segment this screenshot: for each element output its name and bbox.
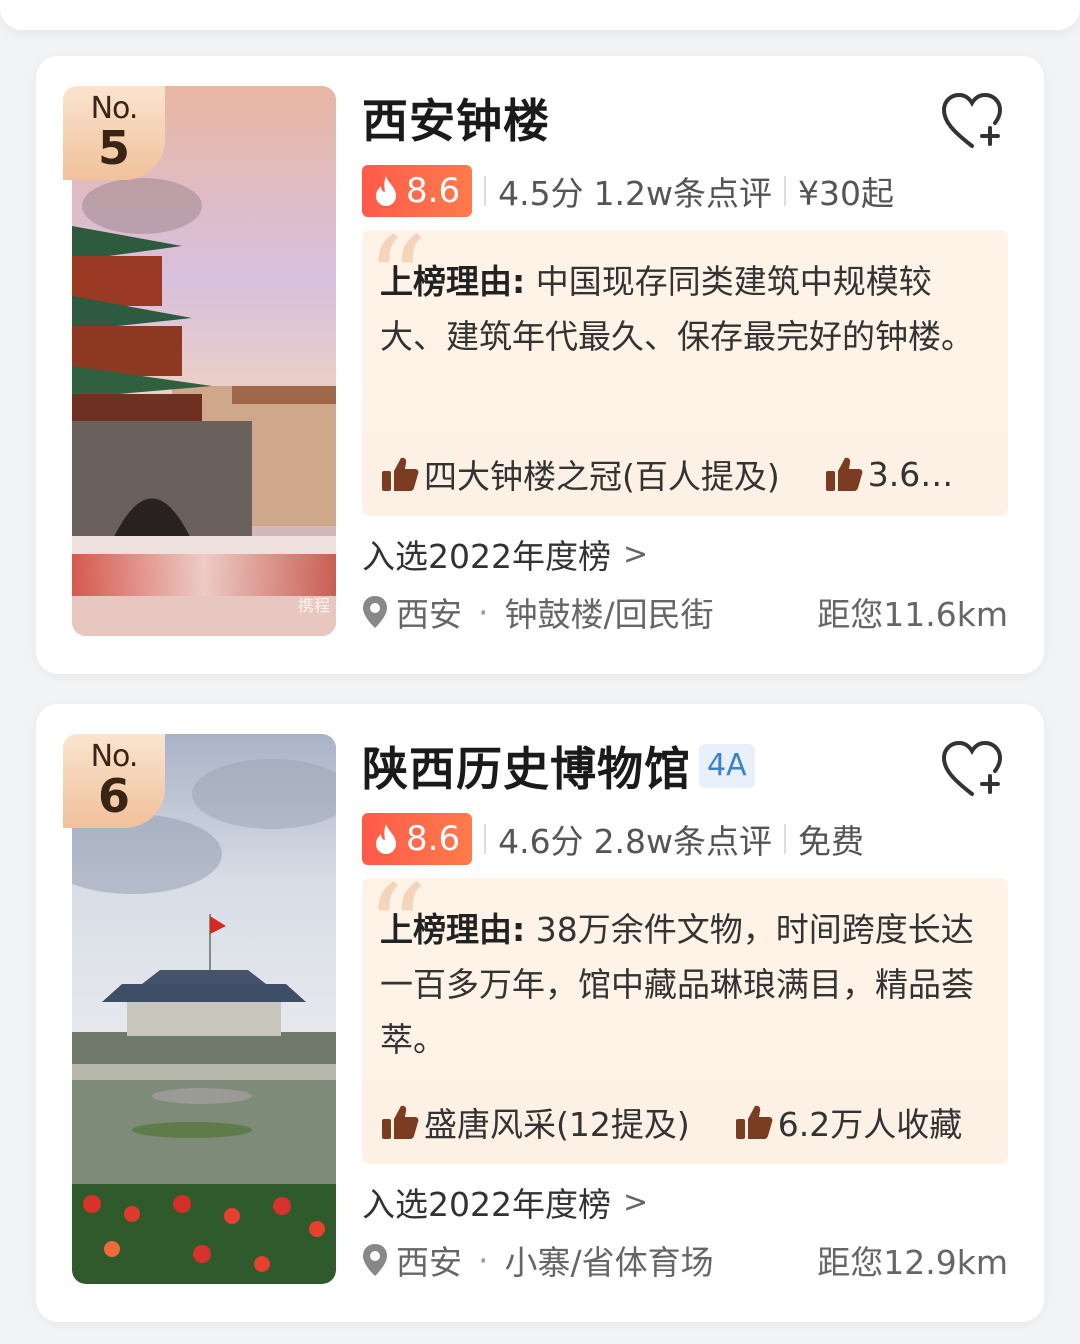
rank-badge: No. 5	[63, 86, 165, 180]
attraction-title[interactable]: 陕西历史博物馆	[362, 733, 691, 799]
heat-score: 8.6	[406, 171, 461, 211]
recommend-reason-box: “ 上榜理由: 38万余件文物，时间跨度长达一百多万年，馆中藏品琳琅满目，精品荟…	[362, 878, 1008, 1164]
location-row: 西安 · 钟鼓楼/回民街 距您11.6km	[362, 588, 1008, 636]
divider	[484, 824, 487, 854]
award-link[interactable]: 入选2022年度榜 >	[362, 530, 648, 578]
heart-plus-icon[interactable]	[940, 92, 1004, 152]
separator-dot: ·	[478, 592, 489, 632]
area: 钟鼓楼/回民街	[504, 595, 714, 634]
award-text: 入选2022年度榜	[362, 537, 611, 576]
separator-dot: ·	[478, 1240, 489, 1280]
divider	[784, 824, 787, 854]
highlight-tag: 6.2万人收藏	[734, 1098, 962, 1146]
heat-score: 8.6	[406, 819, 461, 859]
thumbs-up-icon	[735, 1105, 773, 1139]
location-row: 西安 · 小寨/省体育场 距您12.9km	[362, 1236, 1008, 1284]
chevron-right-icon: >	[622, 536, 649, 572]
rank-prefix: No.	[90, 739, 139, 774]
tag-text: 3.6…	[867, 454, 954, 494]
rank-number: 6	[97, 769, 130, 823]
tag-text: 6.2万人收藏	[777, 1105, 963, 1144]
area: 小寨/省体育场	[504, 1243, 714, 1282]
rank-number: 5	[97, 121, 130, 175]
highlight-tag: 四大钟楼之冠(百人提及)	[380, 450, 780, 498]
city: 西安	[396, 595, 462, 634]
tag-text: 盛唐风采(12提及)	[424, 1105, 690, 1144]
reason-label: 上榜理由:	[380, 262, 526, 301]
photo-watermark: 携程	[297, 596, 330, 615]
review-count[interactable]: 2.8w条点评	[594, 815, 772, 863]
award-link[interactable]: 入选2022年度榜 >	[362, 1178, 648, 1226]
recommend-reason-box: “ 上榜理由: 中国现存同类建筑中规模较大、建筑年代最久、保存最完好的钟楼。 四…	[362, 230, 1008, 516]
rank-badge: No. 6	[63, 734, 165, 828]
highlight-tag: 3.6…	[824, 454, 953, 494]
thumbs-up-icon	[825, 457, 863, 491]
distance: 距您11.6km	[817, 595, 1008, 634]
review-count[interactable]: 1.2w条点评	[594, 167, 772, 215]
attraction-title[interactable]: 西安钟楼	[362, 85, 550, 151]
distance: 距您12.9km	[817, 1243, 1008, 1282]
grade-badge: 4A	[699, 744, 755, 788]
location-pin-icon	[363, 596, 387, 628]
attraction-card[interactable]: 携程 No. 5 西安钟楼 8.6 4.5分 1.2w条点评 ¥30起 “ 上榜…	[36, 56, 1044, 674]
price: ¥30起	[798, 174, 895, 213]
rank-prefix: No.	[90, 91, 139, 126]
reason-label: 上榜理由:	[380, 910, 526, 949]
heat-badge: 8.6	[362, 165, 473, 217]
rating-score: 4.5分	[498, 174, 584, 213]
heart-plus-icon[interactable]	[940, 740, 1004, 800]
flame-icon	[376, 824, 396, 854]
flame-icon	[376, 176, 396, 206]
divider	[784, 176, 787, 206]
rating-score: 4.6分	[498, 822, 584, 861]
city: 西安	[396, 1243, 462, 1282]
highlight-tag: 盛唐风采(12提及)	[380, 1098, 690, 1146]
previous-card-edge	[0, 0, 1080, 30]
price: 免费	[798, 822, 865, 861]
chevron-right-icon: >	[622, 1184, 649, 1220]
thumbs-up-icon	[382, 457, 419, 491]
location-pin-icon	[363, 1244, 387, 1276]
thumbs-up-icon	[382, 1105, 419, 1139]
heat-badge: 8.6	[362, 813, 473, 865]
tag-text: 四大钟楼之冠(百人提及)	[424, 457, 780, 496]
attraction-card[interactable]: No. 6 陕西历史博物馆 4A 8.6 4.6分 2.8w条点评 免费 “ 上…	[36, 704, 1044, 1322]
divider	[484, 176, 487, 206]
award-text: 入选2022年度榜	[362, 1185, 611, 1224]
